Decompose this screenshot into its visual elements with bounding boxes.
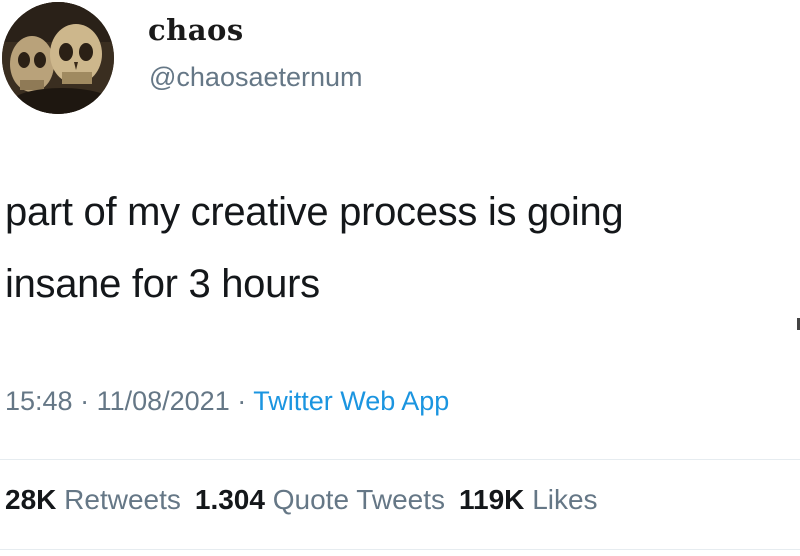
display-name[interactable]: chaos (148, 16, 244, 45)
user-handle[interactable]: @chaosaeternum (149, 64, 363, 91)
divider (0, 549, 800, 550)
tweet-stats: 28K Retweets 1.304 Quote Tweets 119K Likes (5, 486, 598, 514)
likes-count: 119K (459, 484, 525, 515)
tweet-text: part of my creative process is going ins… (5, 176, 795, 320)
retweets-count: 28K (5, 484, 57, 515)
tweet-time[interactable]: 15:48 (5, 386, 73, 416)
tweet-text-line: insane for 3 hours (5, 262, 320, 306)
source-app-link[interactable]: Twitter Web App (253, 386, 449, 416)
quote-tweets-label: Quote Tweets (272, 484, 445, 515)
meta-separator: · (72, 386, 97, 416)
quote-tweets-stat[interactable]: 1.304 Quote Tweets (195, 484, 445, 515)
meta-separator: · (229, 386, 254, 416)
quote-tweets-count: 1.304 (194, 484, 265, 515)
retweets-label: Retweets (64, 484, 181, 515)
retweets-stat[interactable]: 28K Retweets (5, 484, 181, 515)
divider (0, 459, 800, 460)
tweet-text-line: part of my creative process is going (5, 190, 624, 234)
tweet-card: chaos @chaosaeternum part of my creative… (0, 0, 800, 556)
likes-label: Likes (532, 484, 598, 515)
likes-stat[interactable]: 119K Likes (459, 484, 598, 515)
tweet-date[interactable]: 11/08/2021 (97, 386, 230, 416)
avatar[interactable] (2, 2, 114, 114)
avatar-image (2, 2, 114, 114)
tweet-meta: 15:48 · 11/08/2021 · Twitter Web App (5, 388, 449, 415)
